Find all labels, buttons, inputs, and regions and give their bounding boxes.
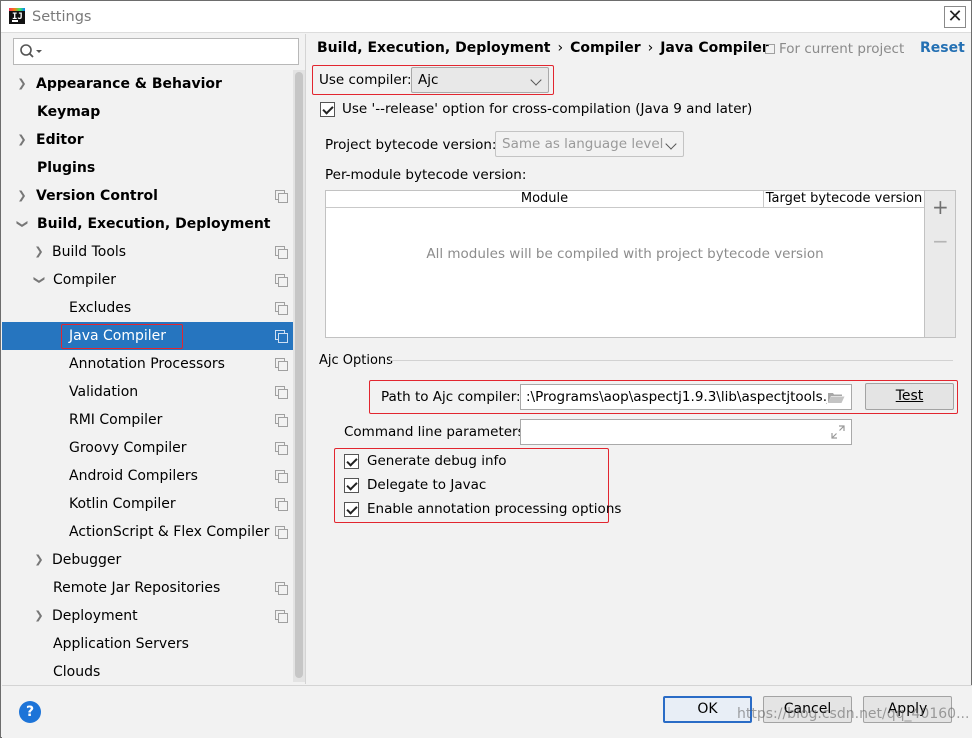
remove-icon[interactable]: − — [932, 231, 949, 251]
tree-item-build-execution-deployment[interactable]: ❯ Build, Execution, Deployment — [2, 210, 304, 238]
tree-item-appearance-behavior[interactable]: ❯ Appearance & Behavior — [2, 70, 304, 98]
tree-item-compiler[interactable]: ❯ Compiler — [2, 266, 304, 294]
chevron-down-icon: ❯ — [16, 219, 29, 229]
intellij-app-icon: IJ — [9, 8, 25, 24]
for-current-project-label: For current project — [765, 41, 904, 57]
chevron-right-icon: ❯ — [34, 245, 44, 258]
project-bytecode-select[interactable]: Same as language level — [495, 131, 684, 157]
section-divider — [390, 360, 953, 361]
breadcrumb-item: Compiler — [570, 40, 641, 56]
chevron-right-icon: ❯ — [17, 77, 27, 90]
java-compiler-panel: Build, Execution, Deployment › Compiler › Ja… — [307, 34, 972, 684]
generate-debug-info-label: Generate debug info — [367, 453, 507, 469]
chevron-down-icon: ❯ — [33, 275, 46, 285]
tree-item-clouds[interactable]: Clouds — [2, 658, 304, 686]
chevron-right-icon: ❯ — [34, 553, 44, 566]
help-icon[interactable]: ? — [19, 701, 41, 723]
tree-item-android-compilers[interactable]: Android Compilers — [2, 462, 304, 490]
project-bytecode-label: Project bytecode version: — [325, 137, 497, 153]
column-header-module[interactable]: Module — [326, 191, 763, 208]
settings-sidebar: ❯ Appearance & Behavior Keymap ❯ Editor … — [2, 34, 306, 684]
tree-item-groovy-compiler[interactable]: Groovy Compiler — [2, 434, 304, 462]
delegate-to-javac-label: Delegate to Javac — [367, 477, 487, 493]
breadcrumb-separator: › — [557, 40, 564, 56]
ajc-path-field[interactable]: :\Programs\aop\aspectj1.9.3\lib\aspectjt… — [520, 384, 852, 410]
tree-item-deployment[interactable]: ❯ Deployment — [2, 602, 304, 630]
tree-item-build-tools[interactable]: ❯ Build Tools — [2, 238, 304, 266]
tree-item-keymap[interactable]: Keymap — [2, 98, 304, 126]
tree-item-actionscript-flex-compiler[interactable]: ActionScript & Flex Compiler — [2, 518, 304, 546]
delegate-to-javac-checkbox[interactable] — [344, 478, 359, 493]
chevron-right-icon: ❯ — [17, 189, 27, 202]
project-scope-icon — [275, 442, 288, 455]
test-button[interactable]: Test — [865, 383, 954, 410]
command-line-field[interactable] — [520, 419, 852, 445]
project-scope-icon — [275, 302, 288, 315]
tree-item-annotation-processors[interactable]: Annotation Processors — [2, 350, 304, 378]
settings-search-input[interactable] — [13, 38, 299, 65]
project-scope-icon — [765, 44, 775, 54]
tree-item-application-servers[interactable]: Application Servers — [2, 630, 304, 658]
tree-item-remote-jar-repositories[interactable]: Remote Jar Repositories — [2, 574, 304, 602]
title-bar: IJ Settings ✕ — [1, 1, 971, 33]
chevron-down-icon — [530, 74, 542, 86]
project-scope-icon — [275, 274, 288, 287]
tree-item-excludes[interactable]: Excludes — [2, 294, 304, 322]
project-scope-icon — [275, 358, 288, 371]
project-scope-icon — [275, 498, 288, 511]
command-line-label: Command line parameters: — [344, 424, 530, 440]
project-scope-icon — [275, 246, 288, 259]
project-scope-icon — [275, 610, 288, 623]
folder-open-icon[interactable] — [827, 391, 845, 404]
table-header: Module Target bytecode version — [326, 191, 924, 208]
project-scope-icon — [275, 582, 288, 595]
column-header-target-bytecode[interactable]: Target bytecode version — [764, 191, 924, 208]
sidebar-scrollbar[interactable] — [293, 70, 305, 682]
breadcrumb: Build, Execution, Deployment › Compiler › Ja… — [317, 40, 769, 56]
breadcrumb-item: Java Compiler — [660, 40, 769, 56]
generate-debug-info-checkbox[interactable] — [344, 454, 359, 469]
breadcrumb-item: Build, Execution, Deployment — [317, 40, 551, 56]
chevron-right-icon: ❯ — [34, 609, 44, 622]
tree-item-debugger[interactable]: ❯ Debugger — [2, 546, 304, 574]
sidebar-scroll-thumb[interactable] — [295, 72, 303, 678]
chevron-right-icon: ❯ — [17, 133, 27, 146]
add-icon[interactable]: + — [932, 197, 949, 217]
tree-item-validation[interactable]: Validation — [2, 378, 304, 406]
chevron-down-icon — [665, 138, 677, 150]
project-scope-icon — [275, 526, 288, 539]
table-empty-text: All modules will be compiled with projec… — [426, 246, 824, 262]
watermark-text: https://blog.csdn.net/qq_40160... — [737, 706, 970, 722]
search-icon — [20, 44, 42, 58]
breadcrumb-separator: › — [647, 40, 654, 56]
expand-icon[interactable] — [831, 425, 845, 439]
dialog-footer: ? OK Cancel Apply https://blog.csdn.net/… — [2, 685, 972, 738]
project-scope-icon — [275, 470, 288, 483]
per-module-label: Per-module bytecode version: — [325, 167, 527, 183]
java-compiler-highlight — [61, 324, 183, 349]
tree-item-editor[interactable]: ❯ Editor — [2, 126, 304, 154]
project-scope-icon — [275, 330, 288, 343]
project-scope-icon — [275, 386, 288, 399]
release-option-checkbox[interactable] — [320, 102, 335, 117]
table-toolbar: + − — [925, 190, 956, 338]
ajc-path-label: Path to Ajc compiler: — [381, 389, 521, 405]
enable-annotation-processing-label: Enable annotation processing options — [367, 501, 622, 517]
settings-window: IJ Settings ✕ ❯ Appearance & Behavior Ke… — [0, 0, 972, 738]
enable-annotation-processing-checkbox[interactable] — [344, 502, 359, 517]
close-button[interactable]: ✕ — [944, 6, 966, 28]
window-title: Settings — [32, 9, 92, 25]
use-compiler-label: Use compiler: — [319, 72, 412, 88]
release-option-label: Use '--release' option for cross-compila… — [342, 101, 753, 117]
tree-item-kotlin-compiler[interactable]: Kotlin Compiler — [2, 490, 304, 518]
tree-item-rmi-compiler[interactable]: RMI Compiler — [2, 406, 304, 434]
tree-item-plugins[interactable]: Plugins — [2, 154, 304, 182]
reset-link[interactable]: Reset — [920, 40, 965, 56]
per-module-table[interactable]: Module Target bytecode version All modul… — [325, 190, 925, 338]
project-scope-icon — [275, 190, 288, 203]
use-compiler-select[interactable]: Ajc — [411, 67, 549, 93]
tree-item-version-control[interactable]: ❯ Version Control — [2, 182, 304, 210]
project-scope-icon — [275, 414, 288, 427]
ajc-options-section-title: Ajc Options — [319, 353, 393, 368]
